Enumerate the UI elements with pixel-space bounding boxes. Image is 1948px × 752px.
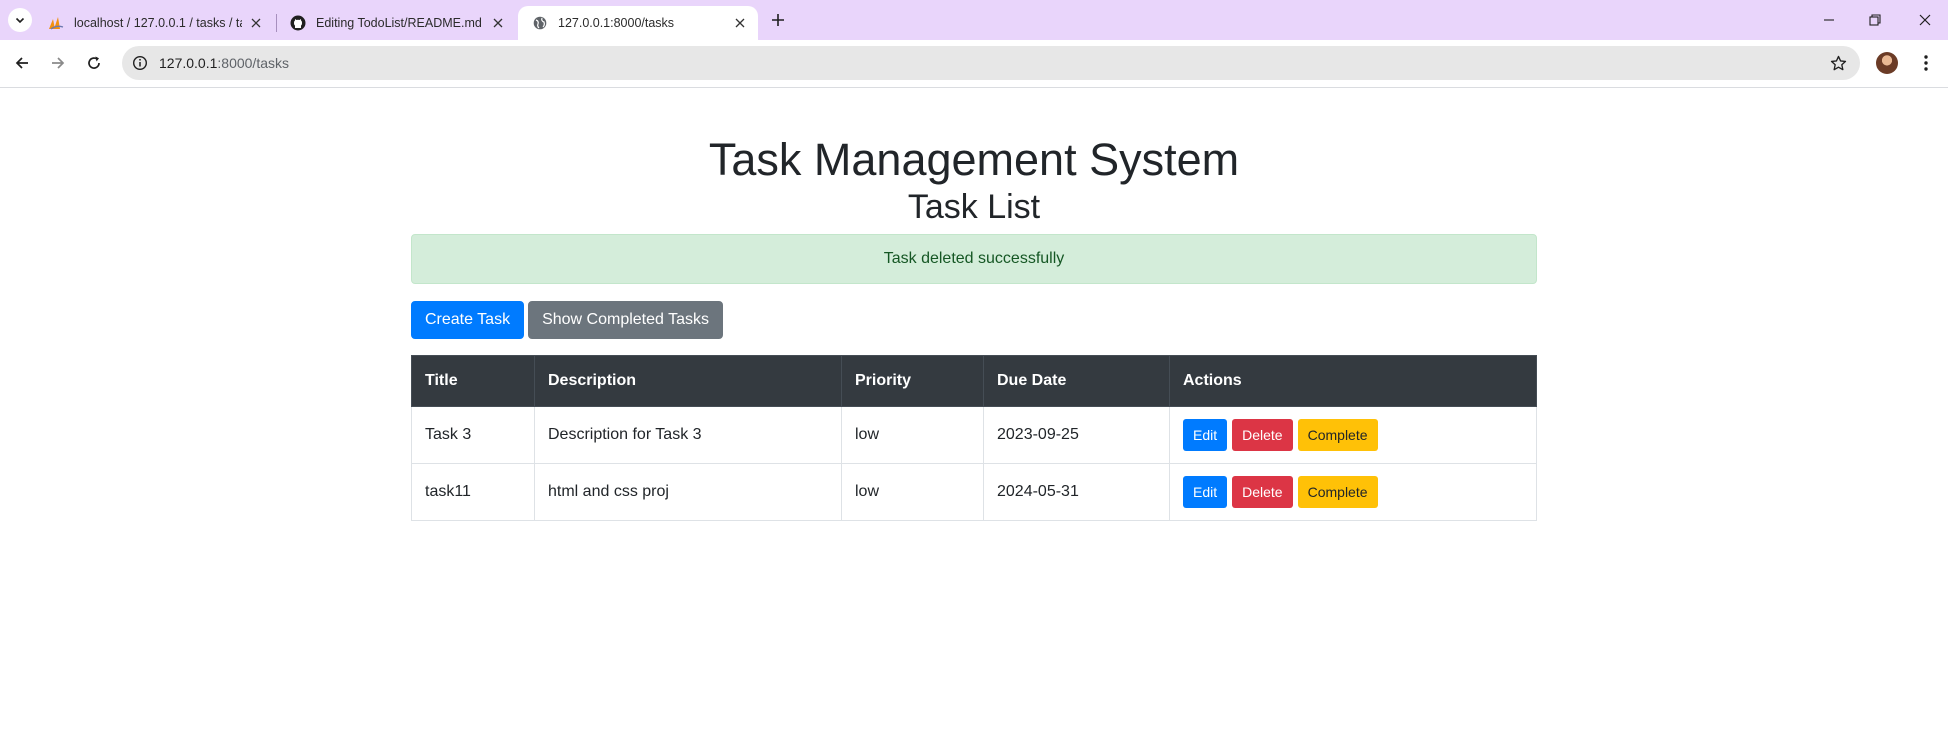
tab-phpmyadmin[interactable]: localhost / 127.0.0.1 / tasks / ta bbox=[34, 6, 274, 40]
back-button[interactable] bbox=[7, 48, 37, 78]
column-header-actions: Actions bbox=[1169, 355, 1537, 407]
url-host: 127.0.0.1 bbox=[159, 55, 218, 71]
address-bar[interactable]: 127.0.0.1:8000/tasks bbox=[122, 46, 1860, 80]
task-actions-cell: Edit Delete Complete bbox=[1169, 406, 1537, 464]
github-icon bbox=[290, 15, 306, 31]
delete-task-button[interactable]: Delete bbox=[1232, 419, 1293, 451]
minimize-button[interactable] bbox=[1806, 0, 1852, 40]
task-title-cell: task11 bbox=[411, 463, 535, 521]
page-subtitle: Task List bbox=[907, 188, 1041, 226]
task-table: Title Description Priority Due Date Acti… bbox=[411, 355, 1537, 521]
site-info-icon[interactable] bbox=[131, 54, 149, 72]
browser-menu-button[interactable] bbox=[1914, 50, 1938, 76]
arrow-right-icon bbox=[52, 57, 65, 69]
url-text[interactable]: 127.0.0.1:8000/tasks bbox=[159, 46, 289, 80]
kebab-menu-icon bbox=[1924, 55, 1928, 71]
close-icon[interactable] bbox=[248, 15, 264, 31]
success-alert: Task deleted successfully bbox=[411, 234, 1537, 284]
tab-search-button[interactable] bbox=[8, 8, 32, 32]
task-title-cell: Task 3 bbox=[411, 406, 535, 464]
create-task-button[interactable]: Create Task bbox=[411, 301, 525, 339]
reload-icon bbox=[88, 56, 100, 69]
bookmark-star-icon[interactable] bbox=[1828, 53, 1848, 73]
task-description-cell: Description for Task 3 bbox=[534, 406, 842, 464]
delete-task-button[interactable]: Delete bbox=[1232, 476, 1293, 508]
tab-github[interactable]: Editing TodoList/README.md a bbox=[276, 6, 516, 40]
column-header-due-date: Due Date bbox=[983, 355, 1170, 407]
complete-task-button[interactable]: Complete bbox=[1297, 476, 1378, 508]
column-header-title: Title bbox=[411, 355, 535, 407]
tab-tasks[interactable]: 127.0.0.1:8000/tasks bbox=[518, 6, 758, 40]
tab-strip: localhost / 127.0.0.1 / tasks / ta Editi… bbox=[0, 0, 1948, 40]
close-icon[interactable] bbox=[490, 15, 506, 31]
new-tab-button[interactable] bbox=[766, 8, 790, 32]
show-completed-tasks-button[interactable]: Show Completed Tasks bbox=[528, 301, 723, 339]
plus-icon bbox=[772, 14, 784, 26]
edit-task-button[interactable]: Edit bbox=[1183, 419, 1228, 451]
tab-label: localhost / 127.0.0.1 / tasks / ta bbox=[74, 16, 242, 30]
tab-label: Editing TodoList/README.md a bbox=[316, 16, 484, 30]
window-close-button[interactable] bbox=[1902, 0, 1948, 40]
globe-icon bbox=[532, 15, 548, 31]
minimize-icon bbox=[1824, 19, 1834, 21]
page-content: Task Management System Task List Task de… bbox=[411, 88, 1537, 521]
edit-task-button[interactable]: Edit bbox=[1183, 476, 1228, 508]
column-header-priority: Priority bbox=[841, 355, 984, 407]
task-actions-cell: Edit Delete Complete bbox=[1169, 463, 1537, 521]
tab-label: 127.0.0.1:8000/tasks bbox=[558, 16, 675, 30]
reload-button[interactable] bbox=[79, 48, 109, 78]
url-path: :8000/tasks bbox=[217, 55, 289, 71]
task-due-date-cell: 2023-09-25 bbox=[983, 406, 1170, 464]
alert-message: Task deleted successfully bbox=[883, 250, 1065, 267]
task-priority-cell: low bbox=[841, 406, 984, 464]
page-title: Task Management System bbox=[708, 134, 1240, 185]
browser-toolbar: 127.0.0.1:8000/tasks bbox=[0, 40, 1948, 88]
table-row: Task 3 Description for Task 3 low 2023-0… bbox=[411, 406, 1537, 464]
profile-avatar[interactable] bbox=[1876, 52, 1898, 74]
arrow-left-icon bbox=[15, 57, 28, 69]
task-description-cell: html and css proj bbox=[534, 463, 842, 521]
phpmyadmin-icon bbox=[48, 15, 64, 31]
task-due-date-cell: 2024-05-31 bbox=[983, 463, 1170, 521]
chevron-down-icon bbox=[15, 17, 25, 24]
close-icon bbox=[1919, 14, 1931, 26]
table-header-row: Title Description Priority Due Date Acti… bbox=[411, 355, 1537, 407]
column-header-description: Description bbox=[534, 355, 842, 407]
complete-task-button[interactable]: Complete bbox=[1297, 419, 1378, 451]
table-row: task11 html and css proj low 2024-05-31 … bbox=[411, 463, 1537, 521]
action-buttons: Create Task Show Completed Tasks bbox=[411, 301, 1537, 339]
close-icon[interactable] bbox=[732, 15, 748, 31]
forward-button[interactable] bbox=[43, 48, 73, 78]
restore-icon bbox=[1869, 14, 1881, 26]
task-priority-cell: low bbox=[841, 463, 984, 521]
restore-button[interactable] bbox=[1852, 0, 1898, 40]
